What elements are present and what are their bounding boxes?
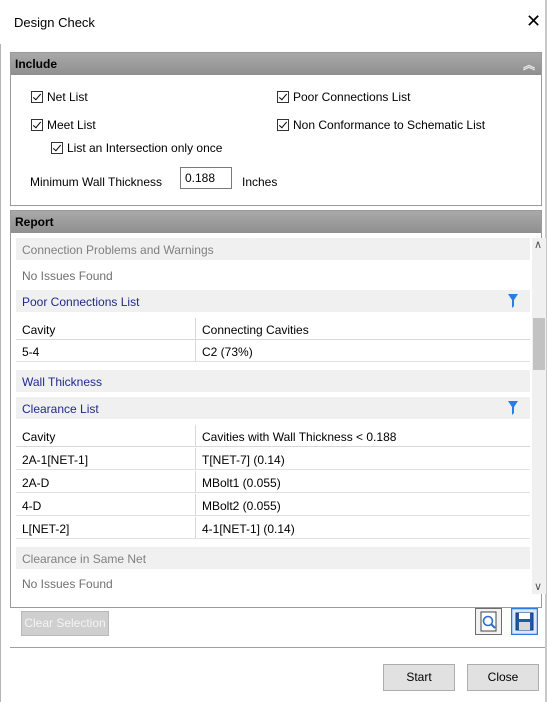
- include-header-label: Include: [15, 57, 58, 71]
- net-list-label: Net List: [47, 90, 88, 104]
- cell-clearance: T[NET-7] (0.14): [202, 453, 285, 467]
- group-clearance-same-net[interactable]: Clearance in Same Net: [16, 547, 530, 569]
- cell-clearance: MBolt1 (0.055): [202, 476, 281, 490]
- column-header-connecting: Connecting Cavities: [202, 323, 309, 337]
- checkbox-checked-icon: [277, 91, 289, 103]
- checkbox-checked-icon: [51, 142, 63, 154]
- scroll-up-icon[interactable]: ∧: [534, 238, 542, 251]
- group-wall-thickness[interactable]: Wall Thickness: [16, 370, 530, 392]
- intersection-once-label: List an Intersection only once: [67, 141, 223, 155]
- min-wall-thickness-unit: Inches: [242, 175, 278, 189]
- cell-clearance: MBolt2 (0.055): [202, 499, 281, 513]
- table-row[interactable]: 5-4 C2 (73%): [16, 340, 530, 362]
- table-row[interactable]: 4-D MBolt2 (0.055): [16, 494, 530, 516]
- scrollbar-thumb[interactable]: [533, 318, 545, 370]
- report-header: Report: [11, 211, 541, 233]
- filter-icon[interactable]: [508, 401, 518, 415]
- column-separator: [195, 340, 196, 362]
- poor-connections-checkbox[interactable]: Poor Connections List: [277, 90, 410, 104]
- cell-connecting: C2 (73%): [202, 345, 253, 359]
- net-list-checkbox[interactable]: Net List: [31, 90, 88, 104]
- column-header-wall-thickness: Cavities with Wall Thickness < 0.188: [202, 430, 397, 444]
- column-separator: [195, 448, 196, 470]
- list-item[interactable]: No Issues Found: [16, 572, 530, 594]
- cell-cavity: 4-D: [22, 499, 42, 513]
- non-conformance-label: Non Conformance to Schematic List: [293, 118, 486, 132]
- no-issues-text: No Issues Found: [22, 269, 113, 283]
- window-title: Design Check: [14, 15, 95, 30]
- report-scrollbar[interactable]: [532, 238, 546, 594]
- print-preview-icon[interactable]: [475, 608, 502, 635]
- collapse-chevrons-icon[interactable]: ︽: [523, 56, 535, 73]
- close-icon[interactable]: ✕: [526, 11, 541, 32]
- column-separator: [195, 494, 196, 516]
- clear-selection-button[interactable]: Clear Selection: [21, 611, 109, 636]
- list-item[interactable]: No Issues Found: [16, 264, 530, 286]
- include-header[interactable]: Include ︽: [11, 53, 541, 75]
- table-header-row: Cavity Cavities with Wall Thickness < 0.…: [16, 425, 530, 447]
- group-label: Clearance in Same Net: [22, 552, 147, 566]
- column-separator: [195, 471, 196, 493]
- report-list[interactable]: Connection Problems and Warnings No Issu…: [16, 238, 530, 594]
- cell-cavity: L[NET-2]: [22, 522, 70, 536]
- cell-cavity: 2A-1[NET-1]: [22, 453, 89, 467]
- window-border-left: [0, 44, 1, 702]
- group-connection-problems[interactable]: Connection Problems and Warnings: [16, 238, 530, 260]
- group-label: Poor Connections List: [22, 295, 140, 309]
- footer-divider: [10, 647, 545, 648]
- column-header-cavity: Cavity: [22, 430, 56, 444]
- poor-connections-label: Poor Connections List: [293, 90, 411, 104]
- group-label: Connection Problems and Warnings: [22, 243, 214, 257]
- group-poor-connections[interactable]: Poor Connections List: [16, 290, 530, 312]
- min-wall-thickness-label: Minimum Wall Thickness: [30, 175, 163, 189]
- close-button[interactable]: Close: [467, 664, 539, 691]
- checkbox-checked-icon: [31, 91, 43, 103]
- start-button[interactable]: Start: [383, 664, 455, 691]
- save-icon[interactable]: [511, 608, 538, 635]
- scroll-down-icon[interactable]: ∨: [534, 580, 542, 593]
- group-label: Wall Thickness: [22, 375, 103, 389]
- intersection-once-checkbox[interactable]: List an Intersection only once: [51, 141, 222, 155]
- group-clearance[interactable]: Clearance List: [16, 397, 530, 419]
- no-issues-text: No Issues Found: [22, 577, 113, 591]
- non-conformance-checkbox[interactable]: Non Conformance to Schematic List: [277, 118, 485, 132]
- meet-list-label: Meet List: [47, 118, 96, 132]
- column-header-cavity: Cavity: [22, 323, 56, 337]
- table-header-row: Cavity Connecting Cavities: [16, 318, 530, 340]
- column-separator: [195, 517, 196, 539]
- checkbox-checked-icon: [31, 119, 43, 131]
- column-separator: [195, 425, 196, 447]
- table-row[interactable]: L[NET-2] 4-1[NET-1] (0.14): [16, 517, 530, 539]
- report-header-label: Report: [15, 215, 54, 229]
- title-bar: Design Check ✕: [0, 0, 545, 44]
- group-label: Clearance List: [22, 402, 99, 416]
- table-row[interactable]: 2A-1[NET-1] T[NET-7] (0.14): [16, 448, 530, 470]
- min-wall-thickness-input[interactable]: [180, 167, 232, 189]
- table-row[interactable]: 2A-D MBolt1 (0.055): [16, 471, 530, 493]
- checkbox-checked-icon: [277, 119, 289, 131]
- column-separator: [195, 318, 196, 340]
- cell-cavity: 2A-D: [22, 476, 50, 490]
- cell-clearance: 4-1[NET-1] (0.14): [202, 522, 295, 536]
- filter-icon[interactable]: [508, 294, 518, 308]
- meet-list-checkbox[interactable]: Meet List: [31, 118, 96, 132]
- cell-cavity: 5-4: [22, 345, 40, 359]
